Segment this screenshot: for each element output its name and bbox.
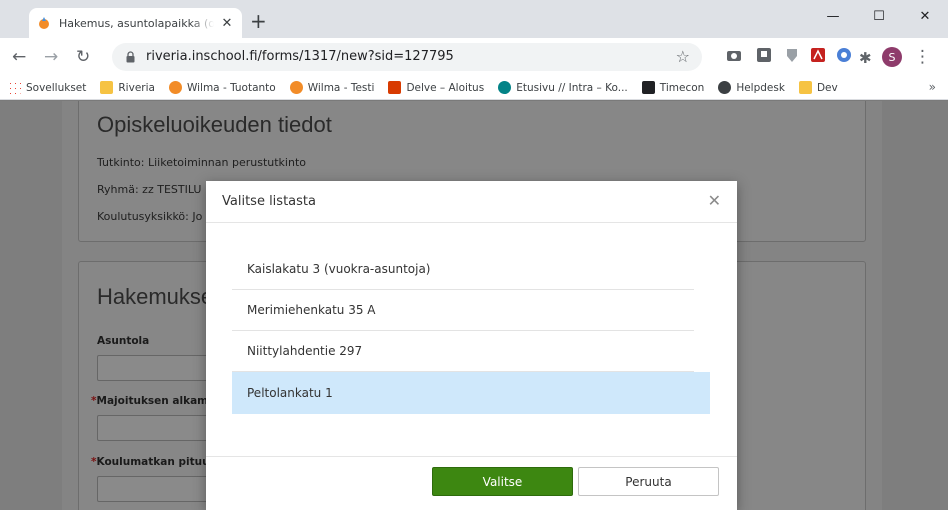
info-line: Ryhmä: zz TESTILU <box>97 183 202 196</box>
wilma-icon <box>289 81 303 94</box>
apps-grid-icon <box>8 81 21 94</box>
section-title: Opiskeluoikeuden tiedot <box>97 112 332 137</box>
dialog-footer: Valitse Peruuta <box>206 456 737 510</box>
list-item[interactable]: Merimiehenkatu 35 A <box>232 290 694 331</box>
puzzle-extensions-icon[interactable]: ✱ <box>859 48 872 68</box>
bookmark-item[interactable]: Sovellukset <box>8 81 86 94</box>
sharepoint-icon <box>498 81 512 94</box>
delve-icon <box>388 81 402 94</box>
maximize-icon[interactable]: ☐ <box>856 0 902 32</box>
camera-extension-icon[interactable] <box>726 47 742 63</box>
bookmark-item[interactable]: Helpdesk <box>718 81 785 94</box>
dialog-title: Valitse listasta <box>222 194 316 209</box>
field-label: *Koulumatkan pituus <box>91 456 216 468</box>
timecon-icon <box>641 81 655 94</box>
lock-icon <box>126 51 135 63</box>
wilma-icon <box>168 81 182 94</box>
bookmark-item[interactable]: Wilma - Testi <box>289 81 374 94</box>
bookmark-item[interactable]: Timecon <box>641 81 704 94</box>
minimize-icon[interactable]: — <box>810 0 856 32</box>
bookmark-item[interactable]: Wilma - Tuotanto <box>168 81 276 94</box>
list-item[interactable]: Kaislakatu 3 (vuokra-asuntoja) <box>232 249 694 290</box>
menu-kebab-icon[interactable]: ⋮ <box>914 47 931 67</box>
more-bookmarks-icon[interactable]: » <box>929 80 936 94</box>
bookmark-item[interactable]: Etusivu // Intra – Ko... <box>498 81 628 94</box>
browser-tabstrip: Hakemus, asuntolapaikka (opiskelu) ✕ + —… <box>0 0 948 38</box>
section-title: Hakemukse <box>97 284 214 309</box>
tab-title: Hakemus, asuntolapaikka (opiskelu) <box>59 16 214 30</box>
close-window-icon[interactable]: ✕ <box>902 0 948 32</box>
select-button[interactable]: Valitse <box>432 467 573 496</box>
blue-extension-icon[interactable] <box>836 47 852 63</box>
save-extension-icon[interactable] <box>756 47 772 63</box>
url-text: riveria.inschool.fi/forms/1317/new?sid=1… <box>146 49 454 64</box>
info-line: Tutkinto: Liiketoiminnan perustutkinto <box>97 156 306 169</box>
bookmark-star-icon[interactable]: ☆ <box>676 47 690 66</box>
reload-icon[interactable]: ↻ <box>76 47 90 67</box>
forward-icon[interactable]: → <box>44 47 58 67</box>
dialog-close-icon[interactable]: ✕ <box>708 192 721 210</box>
list-item[interactable]: Niittylahdentie 297 <box>232 331 694 372</box>
bookmarks-bar: Sovellukset Riveria Wilma - Tuotanto Wil… <box>0 76 948 100</box>
browser-tab[interactable]: Hakemus, asuntolapaikka (opiskelu) ✕ <box>29 8 242 38</box>
cancel-button[interactable]: Peruuta <box>578 467 719 496</box>
info-line: Koulutusyksikkö: Jo <box>97 210 203 223</box>
pdf-extension-icon[interactable] <box>810 47 826 63</box>
folder-icon <box>100 81 114 94</box>
shield-extension-icon[interactable] <box>784 47 800 63</box>
dialog-header: Valitse listasta ✕ <box>206 181 737 223</box>
select-list-dialog: Valitse listasta ✕ Kaislakatu 3 (vuokra-… <box>206 181 737 510</box>
tab-close-icon[interactable]: ✕ <box>220 16 234 31</box>
field-label: *Majoituksen alkamis <box>91 395 218 407</box>
option-list: Kaislakatu 3 (vuokra-asuntoja) Merimiehe… <box>232 249 710 414</box>
folder-icon <box>798 81 812 94</box>
wilma-favicon-icon <box>39 17 49 29</box>
bookmark-item[interactable]: Riveria <box>100 81 155 94</box>
new-tab-icon[interactable]: + <box>250 10 267 32</box>
browser-toolbar: ← → ↻ riveria.inschool.fi/forms/1317/new… <box>0 38 948 76</box>
helpdesk-icon <box>718 81 732 94</box>
bookmark-item[interactable]: Dev <box>798 81 838 94</box>
back-icon[interactable]: ← <box>12 47 26 67</box>
field-label: Asuntola <box>97 335 150 347</box>
address-bar[interactable]: riveria.inschool.fi/forms/1317/new?sid=1… <box>112 43 702 71</box>
profile-avatar[interactable]: S <box>882 47 902 67</box>
bookmark-item[interactable]: Delve – Aloitus <box>388 81 484 94</box>
list-item-selected[interactable]: Peltolankatu 1 <box>232 372 710 414</box>
